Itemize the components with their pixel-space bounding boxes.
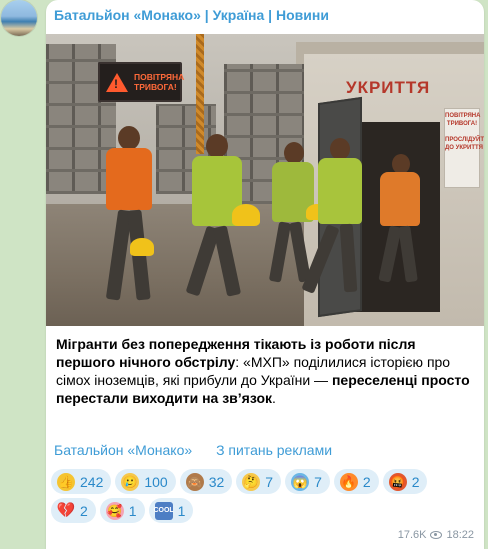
reactions-bar: 👍 242 🥲 100 🙈 32 🤔 7 😱 7 🔥 2 🤬 2 💔 2 🥰 1 COOL 1 <box>51 469 481 527</box>
message-time: 18:22 <box>446 529 474 541</box>
reaction-broken-heart[interactable]: 💔 2 <box>51 498 96 523</box>
reaction-count: 7 <box>265 473 274 490</box>
reaction-angry[interactable]: 🤬 2 <box>382 469 428 494</box>
see-no-evil-monkey-icon: 🙈 <box>185 472 204 491</box>
thumbs-up-icon: 👍 <box>57 472 75 491</box>
reaction-count: 1 <box>177 502 186 519</box>
reaction-smiling-tear[interactable]: 🥲 100 <box>115 469 176 494</box>
view-count: 17.6K <box>397 529 427 541</box>
shelter-side-sign: ПОВІТРЯНА ТРИВОГА! ПРОСЛІДУЙТЕ ДО УКРИТТ… <box>444 108 484 188</box>
message-meta: 17.6K 18:22 <box>398 529 474 541</box>
angry-face-icon: 🤬 <box>388 472 407 491</box>
post-photo[interactable]: ПОВІТРЯНА ТРИВОГА! УКРИТТЯ ПОВІТРЯНА ТРИ… <box>46 34 484 326</box>
channel-name[interactable]: Батальйон «Монако» | Україна | Новини <box>54 7 329 23</box>
cool-button-icon: COOL <box>153 501 174 520</box>
smiling-face-tear-icon: 🥲 <box>121 472 140 491</box>
channel-avatar[interactable] <box>1 0 37 36</box>
warning-icon <box>106 72 128 92</box>
fire-icon: 🔥 <box>339 472 358 491</box>
reaction-count: 2 <box>362 473 371 490</box>
post-links: Батальйон «Монако» З питань реклами <box>54 442 352 458</box>
channel-link[interactable]: Батальйон «Монако» <box>54 442 192 458</box>
reaction-thumbs-up[interactable]: 👍 242 <box>51 469 112 494</box>
reaction-scream[interactable]: 😱 7 <box>285 469 330 494</box>
reactions-row-1: 👍 242 🥲 100 🙈 32 🤔 7 😱 7 🔥 2 🤬 2 <box>51 469 481 494</box>
reaction-love[interactable]: 🥰 1 <box>99 498 145 523</box>
eye-icon <box>430 531 443 539</box>
air-raid-sign-text: ПОВІТРЯНА ТРИВОГА! <box>134 72 185 92</box>
shelter-sign: УКРИТТЯ <box>346 78 431 97</box>
screaming-face-icon: 😱 <box>291 472 310 491</box>
air-raid-sign: ПОВІТРЯНА ТРИВОГА! <box>98 62 185 102</box>
smiling-face-hearts-icon: 🥰 <box>105 501 124 520</box>
reaction-count: 7 <box>314 473 322 490</box>
reaction-count: 2 <box>411 473 420 490</box>
reactions-row-2: 💔 2 🥰 1 COOL 1 <box>51 498 481 523</box>
reaction-count: 1 <box>128 502 137 519</box>
ads-link[interactable]: З питань реклами <box>216 442 332 458</box>
caption-end: . <box>272 390 276 406</box>
reaction-count: 100 <box>144 473 168 490</box>
reaction-count: 242 <box>80 473 104 490</box>
reaction-see-no-evil[interactable]: 🙈 32 <box>179 469 233 494</box>
reaction-thinking[interactable]: 🤔 7 <box>236 469 282 494</box>
reaction-cool[interactable]: COOL 1 <box>148 498 194 523</box>
reaction-fire[interactable]: 🔥 2 <box>333 469 379 494</box>
reaction-count: 32 <box>208 473 225 490</box>
message-bubble: Батальйон «Монако» | Україна | Новини ПО… <box>46 0 484 549</box>
thinking-face-icon: 🤔 <box>242 472 261 491</box>
crane <box>196 34 204 154</box>
reaction-count: 2 <box>80 502 88 519</box>
post-caption: Мігранти без попередження тікають із роб… <box>56 335 476 407</box>
broken-heart-icon: 💔 <box>56 502 76 519</box>
